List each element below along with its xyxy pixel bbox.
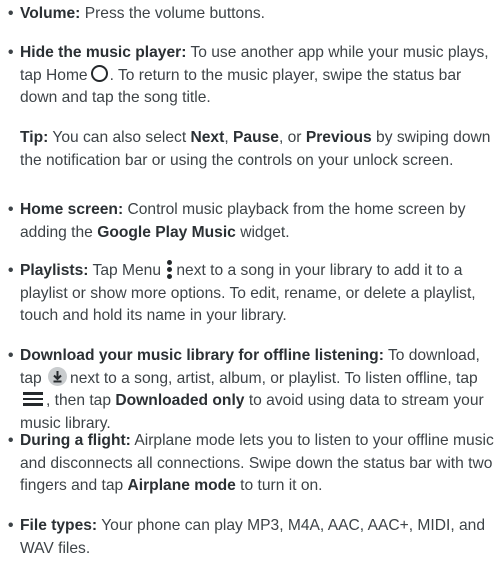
text-playlists-a: Tap Menu — [92, 262, 162, 279]
text-flight-b: to turn it on. — [240, 477, 323, 494]
term-file-types: File types: — [20, 517, 98, 534]
hamburger-icon — [23, 392, 43, 406]
bullet: • — [8, 347, 14, 364]
term-hide-player: Hide the music player: — [20, 44, 187, 61]
list-item-flight: • During a flight: Airplane mode lets yo… — [8, 430, 502, 498]
term-home-screen: Home screen: — [20, 201, 124, 218]
download-icon — [48, 367, 68, 387]
text-playlists-b: next to a song in your library to add it… — [20, 262, 476, 324]
text-download-b: next to a song, artist, album, or playli… — [70, 369, 478, 387]
bullet: • — [8, 517, 14, 534]
text-volume: Press the volume buttons. — [84, 5, 265, 22]
airplane-mode-label: Airplane mode — [127, 477, 236, 494]
list-item-download: • Download your music library for offlin… — [8, 345, 502, 435]
list-item-home-screen: • Home screen: Control music playback fr… — [8, 199, 502, 244]
home-icon — [90, 65, 108, 83]
tip-previous: Previous — [305, 129, 372, 146]
list-item-hide-player: • Hide the music player: To use another … — [8, 42, 502, 110]
tip-text-a: You can also select — [52, 129, 187, 146]
tip-next: Next — [190, 129, 225, 146]
downloaded-only-label: Downloaded only — [115, 392, 245, 409]
term-volume: Volume: — [20, 5, 81, 22]
term-download: Download your music library for offline … — [20, 347, 384, 364]
tip-paragraph: Tip: You can also select Next, Pause, or… — [20, 127, 498, 172]
tip-label: Tip: — [20, 129, 49, 146]
bullet: • — [8, 432, 14, 449]
bullet: • — [8, 262, 14, 279]
term-flight: During a flight: — [20, 432, 131, 449]
bullet: • — [8, 5, 14, 22]
list-item-playlists: • Playlists: Tap Menu next to a song in … — [8, 259, 502, 328]
list-item-file-types: • File types: Your phone can play MP3, M… — [8, 515, 502, 560]
text-download-c: , then tap — [46, 392, 112, 409]
tip-pause: Pause — [233, 129, 279, 146]
menu-icon — [167, 259, 173, 279]
text-home-screen-b: widget. — [240, 223, 290, 241]
tip-or: , or — [278, 129, 302, 146]
bullet: • — [8, 44, 14, 61]
manual-page: • Volume: Press the volume buttons. • Hi… — [0, 0, 502, 582]
term-playlists: Playlists: — [20, 262, 89, 279]
list-item-volume: • Volume: Press the volume buttons. — [8, 3, 502, 26]
bullet: • — [8, 201, 14, 218]
tip-comma: , — [224, 129, 229, 146]
google-play-music-widget: Google Play Music — [97, 223, 236, 241]
